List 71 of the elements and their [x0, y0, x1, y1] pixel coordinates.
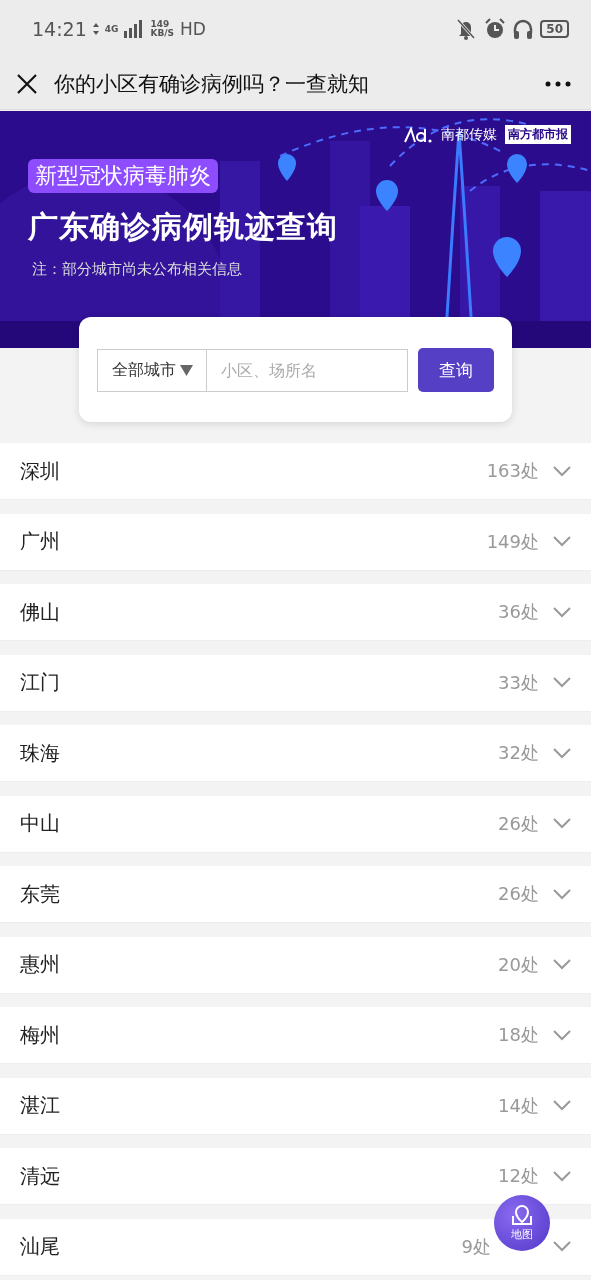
chevron-icon[interactable] [553, 818, 571, 829]
media-logo: 南都传媒 [441, 125, 497, 144]
newspaper-logo: 南方都市报 [505, 125, 571, 144]
hd-label: HD [180, 19, 206, 39]
city-row[interactable]: 惠州 20处 [0, 936, 591, 994]
city-row[interactable]: 深圳 163处 [0, 443, 591, 500]
city-name: 惠州 [20, 951, 60, 978]
search-field[interactable]: 小区、场所名 [207, 348, 409, 392]
clock-time: 14:21 [32, 18, 87, 40]
chevron-icon[interactable] [553, 1170, 571, 1182]
city-name: 广州 [20, 528, 60, 555]
city-name: 珠海 [20, 739, 60, 767]
city-name: 梅州 [20, 1021, 60, 1049]
city-name: 江门 [20, 669, 60, 696]
battery-icon: 50 [540, 20, 569, 38]
city-row[interactable]: 广州 149处 [0, 513, 591, 571]
city-row[interactable]: 佛山 36处 [0, 584, 591, 641]
chevron-icon[interactable] [553, 606, 571, 618]
city-row[interactable]: 梅州 18处 [0, 1007, 591, 1064]
case-count: 14处 [498, 1093, 539, 1118]
city-name: 清远 [20, 1162, 60, 1190]
page-title: 你的小区有确诊病例吗？一查就知 [54, 70, 369, 98]
case-count: 32处 [498, 741, 539, 765]
chevron-icon[interactable] [553, 465, 571, 477]
city-name: 中山 [20, 810, 60, 837]
close-icon[interactable] [16, 72, 38, 95]
city-row[interactable]: 中山 26处 [0, 795, 591, 853]
city-name: 湛江 [20, 1092, 60, 1119]
city-row[interactable]: 湛江 14处 [0, 1077, 591, 1135]
chevron-icon[interactable] [553, 677, 571, 688]
city-name: 汕尾 [20, 1233, 60, 1260]
chevron-icon[interactable] [553, 1029, 571, 1041]
case-count: 26处 [498, 811, 539, 836]
case-count: 18处 [498, 1023, 539, 1047]
banner-title: 广东确诊病例轨迹查询 [28, 208, 338, 246]
chevron-icon[interactable] [553, 959, 571, 970]
chevron-icon[interactable] [553, 888, 571, 900]
data-arrows-icon [92, 23, 99, 35]
chevron-icon[interactable] [553, 747, 571, 759]
chevron-icon[interactable] [553, 1100, 571, 1111]
banner-note: 注：部分城市尚未公布相关信息 [31, 260, 242, 279]
city-name: 佛山 [20, 598, 60, 626]
city-row[interactable]: 江门 33处 [0, 654, 591, 712]
city-name: 深圳 [20, 457, 60, 485]
network-type: 4G [104, 24, 119, 34]
case-count: 163处 [486, 459, 539, 483]
city-row[interactable]: 清远 12处 [0, 1148, 591, 1205]
case-count: 12处 [498, 1164, 539, 1188]
nd-logo-icon [403, 126, 433, 143]
search-button[interactable]: 查询 [418, 348, 494, 392]
case-count: 26处 [498, 882, 539, 906]
map-pin-icon [510, 1204, 534, 1226]
alarm-icon [484, 18, 507, 40]
network-speed: 149 [150, 20, 171, 29]
city-dropdown[interactable]: 全部城市 [97, 348, 208, 392]
more-icon[interactable] [545, 80, 571, 87]
topic-tag: 新型冠状病毒肺炎 [28, 159, 218, 193]
speed-unit: KB/S [150, 29, 175, 38]
chevron-icon[interactable] [553, 536, 571, 547]
case-count: 36处 [498, 600, 539, 624]
dropdown-triangle-icon [180, 364, 193, 376]
case-count: 149处 [486, 529, 539, 554]
city-name: 东莞 [20, 880, 60, 908]
case-count: 9处 [461, 1234, 491, 1259]
city-row[interactable]: 珠海 32处 [0, 725, 591, 782]
case-count: 20处 [498, 952, 539, 977]
city-row[interactable]: 东莞 26处 [0, 866, 591, 923]
case-count: 33处 [498, 670, 539, 695]
headphones-icon [512, 18, 535, 40]
chevron-icon[interactable] [553, 1241, 571, 1252]
signal-icon [124, 20, 145, 38]
